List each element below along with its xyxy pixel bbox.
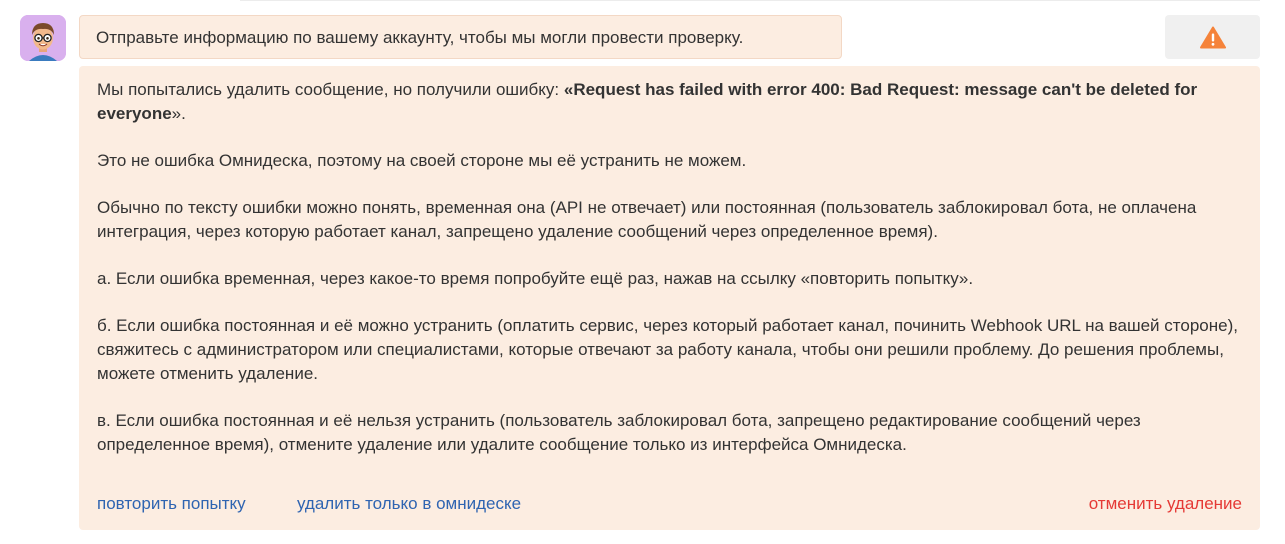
warning-triangle-icon	[1199, 26, 1226, 48]
delete-error-panel: Мы попытались удалить сообщение, но полу…	[79, 66, 1260, 530]
error-intro: Мы попытались удалить сообщение, но полу…	[97, 78, 1242, 126]
error-actions: повторить попытку удалить только в омнид…	[97, 492, 1242, 516]
cancel-delete-link[interactable]: отменить удаление	[1089, 492, 1242, 516]
error-paragraph-b: б. Если ошибка постоянная и её можно уст…	[97, 316, 1238, 383]
memoji-avatar-icon	[20, 15, 66, 61]
delete-only-in-omnidesk-link[interactable]: удалить только в омнидеске	[297, 492, 521, 516]
error-paragraph-2: Обычно по тексту ошибки можно понять, вр…	[97, 198, 1197, 241]
chat-view: Отправьте информацию по вашему аккаунту,…	[0, 0, 1285, 544]
avatar[interactable]	[20, 15, 66, 61]
error-paragraph-a: а. Если ошибка временная, через какое-то…	[97, 269, 974, 288]
message-text: Отправьте информацию по вашему аккаунту,…	[96, 28, 744, 47]
error-paragraph-1: Это не ошибка Омнидеска, поэтому на свое…	[97, 151, 747, 170]
retry-link[interactable]: повторить попытку	[97, 492, 246, 516]
error-intro-prefix: Мы попытались удалить сообщение, но полу…	[97, 80, 564, 99]
error-intro-suffix: ».	[171, 104, 186, 123]
error-status-button[interactable]	[1165, 15, 1260, 59]
message-bubble: Отправьте информацию по вашему аккаунту,…	[79, 15, 842, 59]
error-paragraph-c: в. Если ошибка постоянная и её нельзя ус…	[97, 411, 1141, 454]
divider	[240, 0, 1260, 1]
